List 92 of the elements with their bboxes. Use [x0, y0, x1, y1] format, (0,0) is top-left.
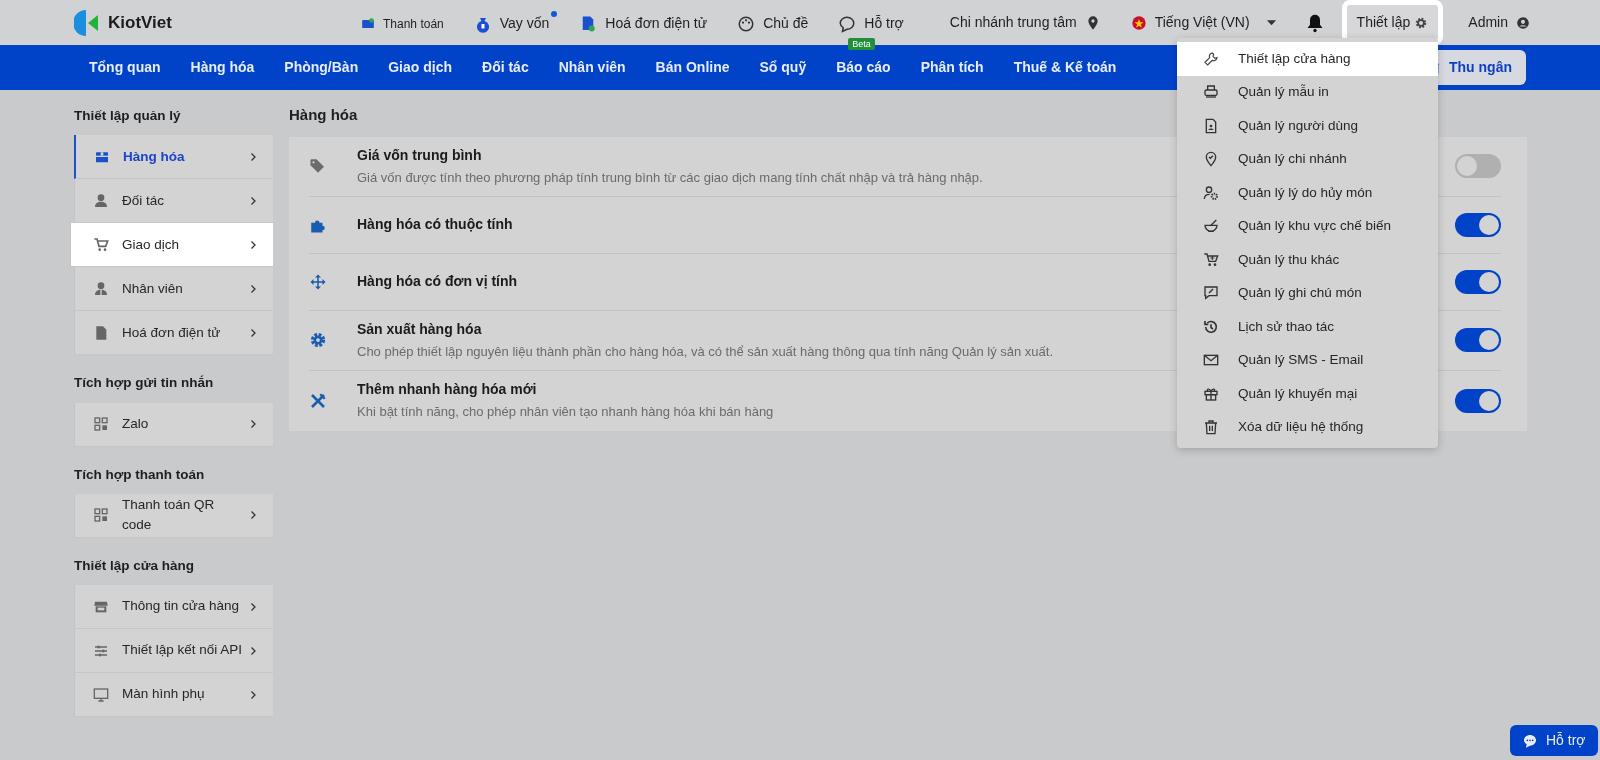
nav-link[interactable]: Nhân viên: [543, 57, 641, 78]
caret-icon: [1265, 17, 1277, 28]
menu-item[interactable]: Quản lý lý do hủy món: [1177, 176, 1438, 210]
toggle-switch[interactable]: [1455, 154, 1501, 178]
toggle-switch[interactable]: [1455, 328, 1501, 352]
menu-item[interactable]: Quản lý thu khác: [1177, 243, 1438, 277]
user-settings-icon: [1203, 184, 1219, 201]
setting-description: Khi bật tính năng, cho phép nhân viên tạo nhanh hàng hóa khi bán hàng: [357, 403, 774, 422]
settings-icon: [1414, 15, 1429, 30]
top-link[interactable]: Hoá đơn điện tử: [579, 11, 716, 34]
toggle-switch[interactable]: [1455, 388, 1501, 413]
user-icon: [1516, 15, 1530, 30]
section-title: Thiết lập cửa hàng: [74, 556, 196, 575]
sidebar-item[interactable]: Nhân viên: [74, 267, 273, 312]
nav-link[interactable]: Tổng quan: [74, 57, 176, 78]
section-title: Tích hợp thanh toán: [74, 465, 206, 484]
top-link[interactable]: Vay vốn: [473, 11, 558, 34]
nav-link[interactable]: Giao dịch: [373, 57, 467, 78]
menu-item[interactable]: Quản lý chi nhánh: [1177, 142, 1438, 176]
cart-plus-icon: [1203, 251, 1219, 268]
history-icon: [1203, 318, 1219, 335]
note-icon: [1203, 285, 1219, 302]
cart-icon: [93, 236, 109, 253]
logo-text: KiotViet: [108, 11, 172, 34]
id-card-icon: [1203, 117, 1219, 134]
nav-link[interactable]: Đối tác: [467, 57, 544, 78]
top-link[interactable]: Chủ đề: [737, 11, 817, 34]
help-button[interactable]: Hỗ trợ: [1510, 725, 1598, 756]
section-title: Thiết lập quản lý: [74, 107, 182, 125]
location-check-icon: [1203, 151, 1219, 168]
sidebar-item[interactable]: Giao dịch: [70, 223, 273, 268]
qr-code-icon: [93, 507, 109, 524]
nav-link[interactable]: Phân tích: [905, 57, 999, 78]
toggle-switch[interactable]: [1455, 212, 1501, 237]
mortar-icon: [1203, 218, 1219, 235]
nav-link[interactable]: Hàng hóa: [175, 57, 270, 78]
move-icon: [309, 272, 327, 291]
trash-icon: [1203, 419, 1219, 436]
chat-icon: [838, 14, 857, 33]
setting-title: Thêm nhanh hàng hóa mới: [357, 380, 538, 400]
settings-icon: [309, 331, 327, 349]
menu-item[interactable]: Lịch sử thao tác: [1177, 310, 1438, 344]
setting-title: Sản xuất hàng hóa: [357, 319, 483, 339]
sidebar-item[interactable]: Hoá đơn điện tử: [74, 311, 273, 356]
logo-icon: [74, 8, 100, 37]
chat-icon: [1522, 732, 1538, 749]
sidebar-item[interactable]: Zalo: [74, 402, 273, 447]
setting-description: Cho phép thiết lập nguyên liệu thành phần cho hàng hóa, và có thể sản xuất hàng thông qua tính năng Quản lý sản xuất.: [357, 342, 1054, 361]
page-title: Hàng hóa: [289, 105, 358, 125]
menu-item[interactable]: Quản lý ghi chú món: [1177, 276, 1438, 310]
person-icon: [93, 280, 109, 297]
nav-link[interactable]: Thuế & Kế toán: [998, 57, 1132, 78]
qr-code-icon: [93, 416, 109, 432]
sidebar-item[interactable]: Hàng hóa: [74, 135, 273, 180]
setting-description: Giá vốn được tính theo phương pháp tính trung bình từ các giao dịch mang tính chất nhập và trả hàng nhập.: [357, 168, 983, 187]
menu-item[interactable]: Quản lý khuyến mại: [1177, 377, 1438, 411]
nav-link[interactable]: Phòng/Bàn: [269, 57, 374, 78]
printer-icon: [1203, 84, 1219, 101]
toggle-switch[interactable]: [1455, 269, 1501, 294]
menu-item[interactable]: Xóa dữ liệu hệ thống: [1177, 410, 1438, 444]
top-link[interactable]: Hỗ trợ: [838, 11, 912, 34]
user-menu[interactable]: Admin: [1468, 12, 1530, 33]
sidebar-item[interactable]: Thông tin cửa hàng: [74, 585, 273, 629]
menu-item[interactable]: Quản lý khu vực chế biến: [1177, 209, 1438, 243]
sidebar-item[interactable]: Màn hình phụ: [74, 673, 273, 717]
branch-selector[interactable]: Chi nhánh trung tâm: [949, 12, 1101, 33]
menu-item[interactable]: Quản lý SMS - Email: [1177, 343, 1438, 377]
sidebar-item[interactable]: Thiết lập kết nối API: [74, 629, 273, 673]
language-selector[interactable]: Tiếng Việt (VN): [1130, 12, 1277, 33]
top-link[interactable]: Thanh toán: [361, 12, 452, 33]
tag-icon: [309, 157, 327, 175]
monitor-icon: [93, 686, 109, 703]
setting-title: Hàng hóa có thuộc tính: [357, 215, 513, 234]
menu-item[interactable]: Thiết lập cửa hàng: [1177, 42, 1438, 76]
nav-link[interactable]: Báo cáo: [821, 57, 906, 78]
setting-title: Giá vốn trung bình: [357, 145, 483, 165]
payment-icon: [361, 16, 375, 31]
nav-link[interactable]: Sổ quỹ: [744, 57, 822, 78]
wrench-icon: [1203, 50, 1219, 67]
tools-icon: [309, 391, 327, 410]
setting-title: Hàng hóa có đơn vị tính: [357, 272, 518, 291]
beta-badge: Beta: [848, 38, 875, 50]
file-icon: [93, 324, 109, 341]
nav-link[interactable]: Bán Online: [640, 57, 745, 78]
menu-item[interactable]: Quản lý người dùng: [1177, 109, 1438, 143]
sidebar-item[interactable]: Đối tác: [74, 179, 273, 224]
flag-icon: [1130, 14, 1147, 31]
gift-icon: [1203, 385, 1219, 402]
person-icon: [93, 192, 109, 209]
palette-icon: [737, 14, 756, 33]
sidebar-item[interactable]: Thanh toán QR code: [74, 493, 273, 538]
section-title: Tích hợp gửi tin nhắn: [74, 374, 215, 393]
